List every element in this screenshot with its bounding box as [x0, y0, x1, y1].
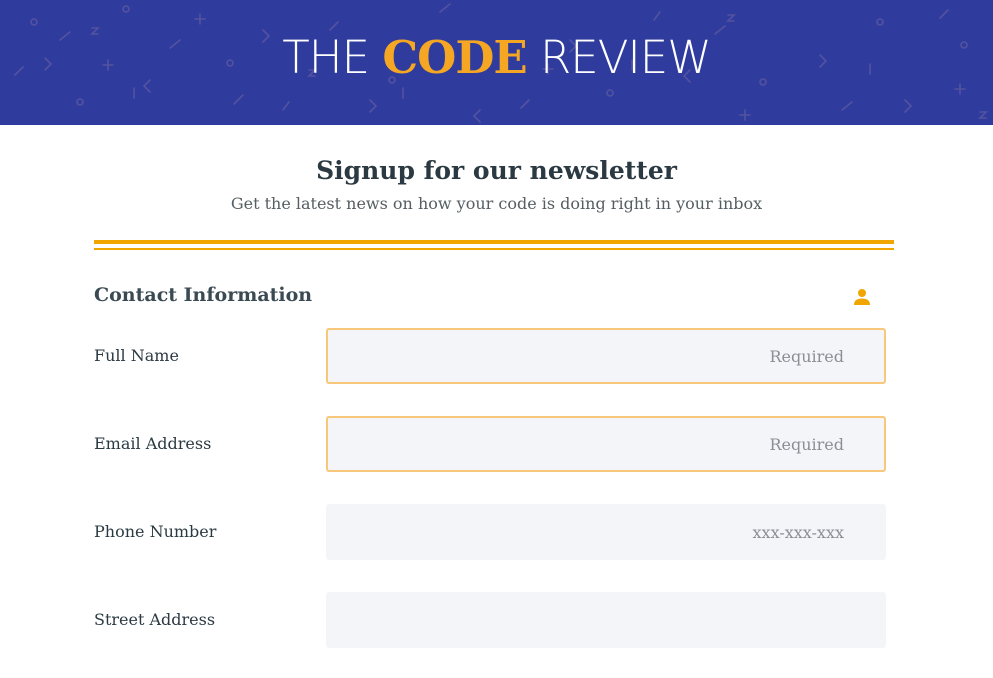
phone-number-input[interactable]: [326, 504, 886, 560]
full-name-input[interactable]: [326, 328, 886, 384]
newsletter-subheading: Get the latest news on how your code is …: [230, 194, 763, 213]
section-title: Contact Information: [94, 284, 313, 306]
site-title-pre: THE: [282, 31, 383, 84]
header-banner: THE CODE REVIEW: [0, 0, 993, 125]
site-title: THE CODE REVIEW: [0, 28, 993, 88]
street-address-input[interactable]: [326, 592, 886, 648]
email-address-input[interactable]: [326, 416, 886, 472]
phone-number-label: Phone Number: [94, 522, 217, 541]
street-address-label: Street Address: [94, 610, 216, 629]
divider-thick: [94, 240, 894, 244]
site-title-accent: CODE: [382, 31, 527, 84]
person-icon: [854, 289, 870, 305]
site-title-post: REVIEW: [526, 31, 712, 84]
full-name-label: Full Name: [94, 346, 179, 365]
newsletter-heading: Signup for our newsletter: [316, 156, 677, 185]
divider-thin: [94, 248, 894, 250]
email-address-label: Email Address: [94, 434, 212, 453]
